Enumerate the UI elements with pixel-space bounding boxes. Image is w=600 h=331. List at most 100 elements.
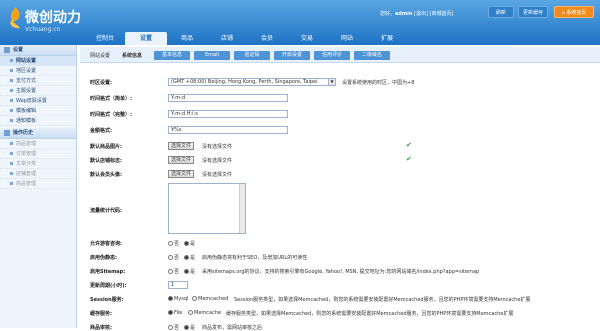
nav-trade[interactable]: 交易 (287, 32, 327, 45)
bullet-icon (10, 162, 13, 165)
guest-consult-option-no[interactable]: 否 (168, 240, 179, 247)
sidebar-item-label: 文章分类 (16, 161, 37, 167)
option-label: File (174, 310, 183, 316)
radio-selected-icon (168, 296, 173, 301)
history-item[interactable]: 商品管理 (0, 179, 76, 189)
main-content: 网站设置 系统信息 基本信息 Email 验证码 开启设置 信用评价 二级域名 … (80, 47, 600, 331)
bullet-icon (10, 119, 13, 122)
sidebar-item-label: 商品管理 (16, 181, 37, 187)
cache-option-file[interactable]: File (168, 310, 182, 316)
nav-goods[interactable]: 商品 (167, 32, 207, 45)
history-item[interactable]: 店铺管理 (0, 169, 76, 179)
sitemap-hint: 采用sitemaps.org的协议，支持的搜索引擎有Google, Yahoo!… (202, 269, 480, 275)
sidebar-item-label: 通知模板 (16, 118, 37, 124)
bullet-icon (10, 99, 13, 102)
sidebar-item-wap-skin[interactable]: Wap皮肤设置 (0, 96, 76, 106)
time-short-input[interactable]: Y-m-d (168, 94, 288, 102)
nav-stores[interactable]: 店铺 (207, 32, 247, 45)
sidebar-item-template-edit[interactable]: 模板编辑 (0, 106, 76, 116)
history-item[interactable]: 商品管理 (0, 139, 76, 149)
option-label: 否 (174, 241, 180, 247)
history-item[interactable]: 文章分类 (0, 159, 76, 169)
default-goods-img-label: 默认商品图片: (90, 144, 123, 150)
update-cycle-input[interactable]: 1 (168, 281, 188, 289)
stats-code-textarea[interactable] (168, 183, 246, 234)
system-home-button[interactable]: ⌂ 系统首页 (554, 6, 594, 18)
nav-settings[interactable]: 设置 (125, 32, 167, 45)
logout-link[interactable]: [退出] (414, 11, 428, 17)
session-option-memcached[interactable]: Memcached (192, 296, 228, 302)
textarea-scrollbar[interactable] (239, 184, 245, 233)
tab-credit[interactable]: 信用评价 (314, 51, 350, 60)
option-label: Mysql (174, 296, 189, 302)
tab-basic-info[interactable]: 基本信息 (154, 51, 190, 60)
sidebar-item-region[interactable]: 地区设置 (0, 66, 76, 76)
option-label: Memcache (194, 310, 222, 316)
timezone-label: 时区设置: (90, 80, 112, 86)
tab-email[interactable]: Email (194, 51, 230, 60)
sitemap-option-no[interactable]: 否 (168, 268, 179, 275)
logo-subtext: Vchuang.cn (25, 26, 61, 33)
sidebar-section-history[interactable]: 操作历史 (0, 128, 76, 139)
store-logo-file-button[interactable]: 选择文件 (168, 156, 195, 164)
home-icon: ⌂ (561, 10, 565, 16)
cache-hint: 缓存服务类型，如果选择Memcached，则您的系统需要安装配置好Memcach… (226, 311, 514, 317)
settings-section-icon (4, 46, 10, 53)
pseudo-static-hint: 启用伪静态将有利于SEO，及增加URL的可读性 (202, 255, 308, 261)
timezone-select[interactable]: (GMT +08:00) Beijing, Hong Kong, Perth, … (168, 78, 336, 86)
sidebar: 设置 网站设置 地区设置 支付方式 主题设置 Wap皮肤设置 模板编辑 通知模板… (0, 45, 77, 328)
avatar-file-status: 没有选择文件 (202, 172, 233, 178)
check-icon: ✔ (406, 155, 412, 163)
time-full-label: 时间格式（完整）: (90, 112, 133, 118)
crumb-site-settings[interactable]: 网站设置 (90, 52, 110, 59)
guest-consult-option-yes[interactable]: 是 (184, 240, 195, 247)
avatar-file-button[interactable]: 选择文件 (168, 170, 195, 178)
store-home-link[interactable]: [商城首页] (430, 11, 454, 17)
sidebar-item-label: 店铺管理 (16, 171, 37, 177)
option-label: 是 (190, 325, 196, 331)
main-nav: 控制台 设置 商品 店铺 会员 交易 网站 扩展 (85, 32, 407, 45)
chevron-down-icon: ▼ (328, 79, 335, 85)
tab-open-settings[interactable]: 开启设置 (274, 51, 310, 60)
bullet-icon (10, 69, 13, 72)
option-label: 是 (190, 255, 196, 261)
sidebar-item-notify-template[interactable]: 通知模板 (0, 116, 76, 126)
nav-console[interactable]: 控制台 (85, 32, 125, 45)
currency-input[interactable]: ¥%s (168, 126, 288, 134)
bullet-icon (10, 79, 13, 82)
pseudo-static-option-yes[interactable]: 是 (184, 254, 195, 261)
bullet-icon (10, 109, 13, 112)
history-item[interactable]: 订单管理 (0, 149, 76, 159)
refresh-button[interactable]: 刷新 (488, 6, 514, 18)
nav-website[interactable]: 网站 (327, 32, 367, 45)
sitemap-option-yes[interactable]: 是 (184, 268, 195, 275)
update-cache-button[interactable]: 更新缓存 (518, 6, 548, 18)
sidebar-item-site-settings[interactable]: 网站设置 (0, 56, 76, 66)
tab-subdomain[interactable]: 二级域名 (354, 51, 390, 60)
radio-icon (168, 269, 173, 274)
sidebar-item-payment[interactable]: 支付方式 (0, 76, 76, 86)
crumb-system-info[interactable]: 系统信息 (122, 52, 142, 59)
session-option-mysql[interactable]: Mysql (168, 296, 188, 302)
radio-icon (168, 255, 173, 260)
bullet-icon (10, 89, 13, 92)
sidebar-item-label: 模板编辑 (16, 108, 37, 114)
time-full-input[interactable]: Y-m-d H:i:s (168, 110, 288, 118)
option-label: 是 (190, 241, 196, 247)
goods-img-file-button[interactable]: 选择文件 (168, 142, 195, 150)
sitemap-label: 启用Sitemap: (90, 269, 126, 275)
system-home-label: 系统首页 (566, 10, 587, 16)
radio-selected-icon (184, 255, 189, 260)
nav-members[interactable]: 会员 (247, 32, 287, 45)
pseudo-static-option-no[interactable]: 否 (168, 254, 179, 261)
nav-extend[interactable]: 扩展 (367, 32, 407, 45)
sidebar-section-settings[interactable]: 设置 (0, 45, 76, 56)
logo-text: 微创动力 (25, 10, 81, 26)
session-hint: Session服务类型，如果选择Memcached，则您的系统需要安装配置好Me… (234, 297, 531, 303)
cache-option-memcache[interactable]: Memcache (188, 310, 221, 316)
timezone-value: (GMT +08:00) Beijing, Hong Kong, Perth, … (171, 79, 318, 85)
logo-mark-icon (10, 7, 20, 29)
radio-icon (188, 310, 193, 315)
sidebar-item-theme[interactable]: 主题设置 (0, 86, 76, 96)
tab-captcha[interactable]: 验证码 (234, 51, 270, 60)
